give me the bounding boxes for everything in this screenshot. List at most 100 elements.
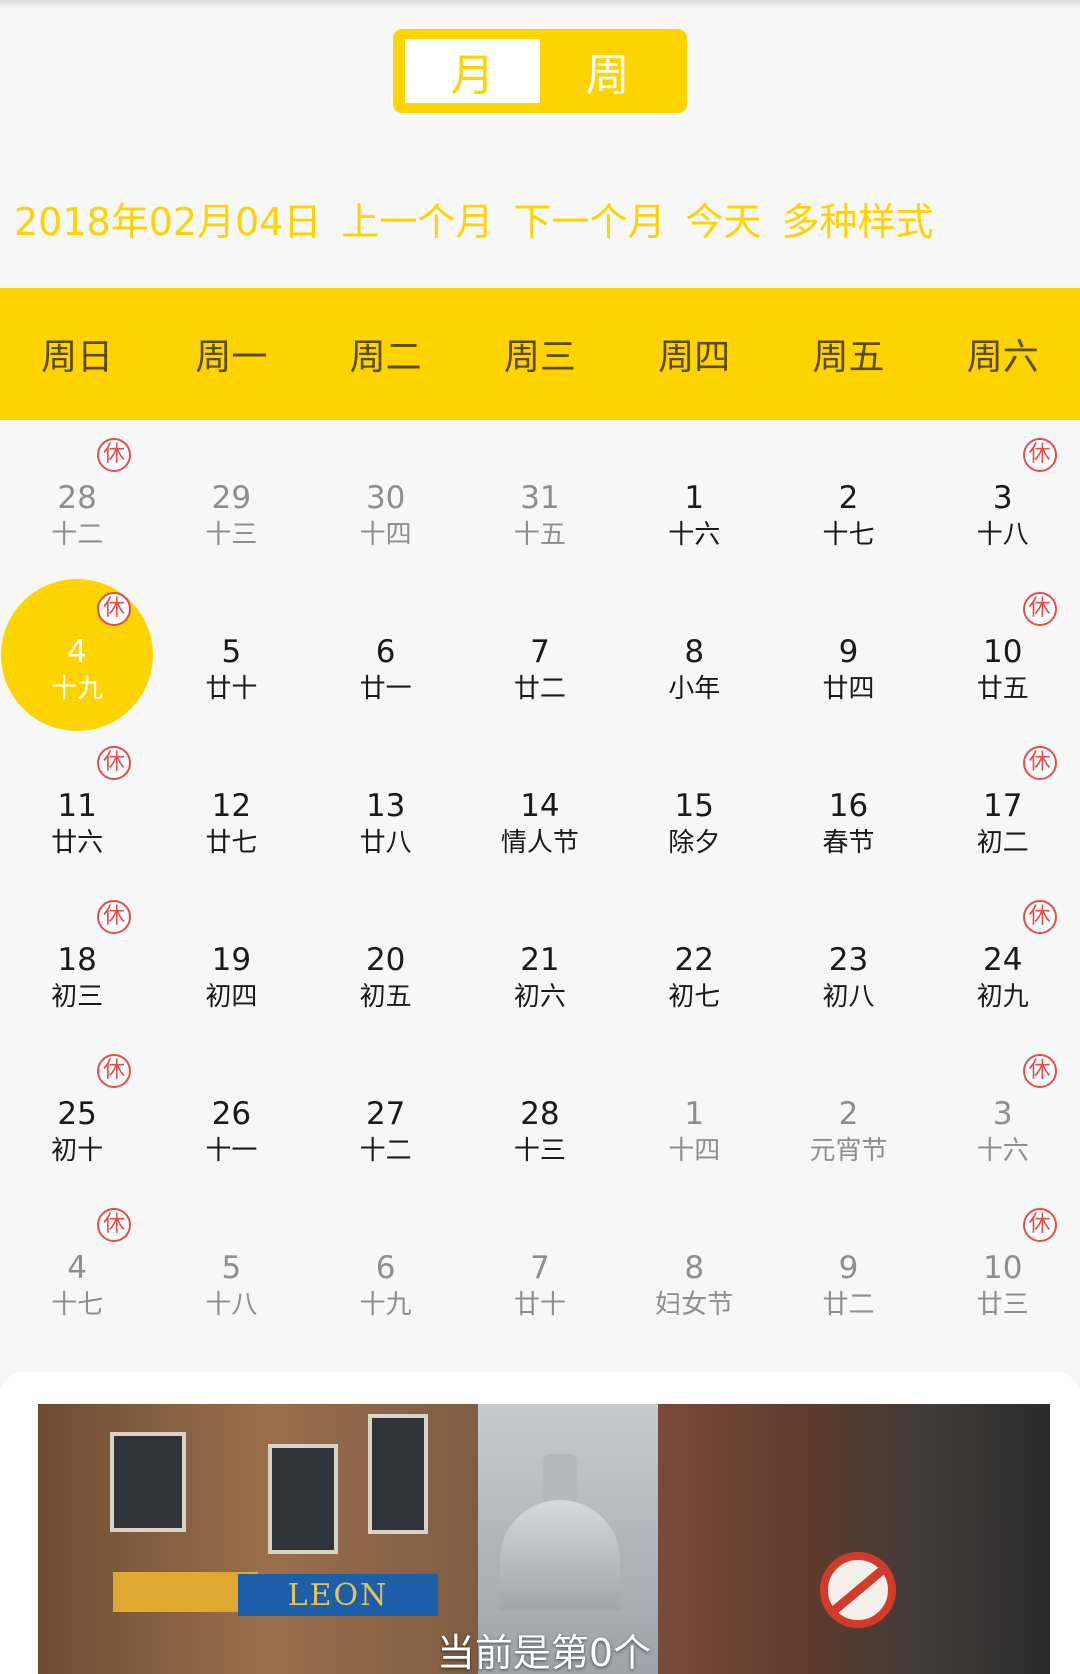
day-number: 3	[992, 480, 1013, 516]
calendar-day[interactable]: 15 除夕	[617, 728, 771, 882]
rest-day-badge: 休	[97, 1054, 131, 1088]
rest-day-badge: 休	[1022, 900, 1057, 934]
today-link[interactable]: 今天	[685, 191, 761, 246]
calendar-day[interactable]: 7 廿十	[463, 1190, 617, 1344]
next-month-link[interactable]: 下一个月	[513, 191, 665, 246]
calendar-day[interactable]: 22 初七	[617, 882, 771, 1036]
banner-image[interactable]: LEON 当前是第0个	[38, 1404, 1050, 1674]
weekday-thu: 周四	[658, 337, 731, 378]
calendar-week-row: 休 18 初三 19 初四 20 初五 21 初六 22 初七 23 初八休 24 初九	[0, 882, 1080, 1036]
month-view-tab[interactable]: 月	[405, 39, 540, 103]
day-number: 25	[57, 1096, 97, 1132]
banner-caption: 当前是第0个	[436, 1631, 652, 1674]
calendar-day[interactable]: 20 初五	[309, 882, 463, 1036]
calendar-grid: 休 28 十二 29 十三 30 十四 31 十五 1 十六 2 十七 休 3 十八休 4 十九 5 廿十 6 廿一 7 廿二…	[0, 420, 1080, 1344]
calendar-day-selected[interactable]: 休 4 十九	[0, 574, 154, 731]
lunar-date: 廿十	[513, 1290, 566, 1320]
rest-day-badge: 休	[1022, 1208, 1057, 1242]
calendar-day[interactable]: 休 28 十二	[0, 420, 154, 574]
top-shadow	[0, 0, 1080, 8]
calendar-day[interactable]: 23 初八	[771, 882, 925, 1036]
day-number: 2	[838, 480, 859, 516]
lunar-date: 廿二	[822, 1290, 875, 1320]
day-number: 10	[983, 634, 1023, 670]
rest-day-badge: 休	[97, 746, 131, 780]
lunar-date: 十二	[51, 520, 104, 550]
rest-day-badge: 休	[97, 1208, 131, 1242]
lunar-date: 初五	[359, 982, 412, 1012]
day-number: 23	[828, 942, 869, 978]
lunar-date: 初二	[976, 828, 1029, 858]
calendar-day[interactable]: 9 廿二	[771, 1190, 925, 1344]
day-number: 13	[365, 788, 406, 824]
calendar-day[interactable]: 休 4 十七	[0, 1190, 154, 1344]
calendar-day[interactable]: 休 10 廿三	[926, 1190, 1080, 1344]
calendar-day[interactable]: 14 情人节	[463, 728, 617, 882]
lunar-date: 廿一	[359, 674, 412, 704]
day-number: 14	[520, 788, 560, 824]
calendar-day[interactable]: 8 小年	[617, 574, 771, 728]
day-number: 10	[983, 1250, 1023, 1286]
calendar-day[interactable]: 1 十六	[617, 420, 771, 574]
lunar-date: 元宵节	[809, 1136, 888, 1166]
calendar-day[interactable]: 休 3 十八	[926, 420, 1080, 574]
calendar-week-row: 休 4 十九 5 廿十 6 廿一 7 廿二 8 小年 9 廿四休 10 廿五	[0, 574, 1080, 731]
calendar-day[interactable]: 2 十七	[771, 420, 925, 574]
day-number: 28	[57, 480, 97, 516]
weekday-sun: 周日	[41, 337, 114, 378]
day-number: 3	[992, 1096, 1013, 1132]
calendar-day[interactable]: 21 初六	[463, 882, 617, 1036]
calendar-day[interactable]: 12 廿七	[154, 728, 308, 882]
calendar-day[interactable]: 休 24 初九	[926, 882, 1080, 1036]
calendar-day[interactable]: 5 十八	[154, 1190, 308, 1344]
lunar-date: 十七	[822, 520, 875, 550]
calendar-day[interactable]: 休 18 初三	[0, 882, 154, 1036]
styles-link[interactable]: 多种样式	[781, 191, 933, 246]
prev-month-link[interactable]: 上一个月	[341, 191, 493, 246]
banner-window	[368, 1414, 428, 1534]
calendar-day[interactable]: 6 廿一	[309, 574, 463, 728]
calendar-day[interactable]: 休 17 初二	[926, 728, 1080, 882]
day-number: 30	[365, 480, 406, 516]
calendar-day[interactable]: 31 十五	[463, 420, 617, 574]
lunar-date: 初六	[513, 982, 566, 1012]
calendar-day[interactable]: 6 十九	[309, 1190, 463, 1344]
calendar-day[interactable]: 27 十二	[309, 1036, 463, 1190]
lunar-date: 廿八	[359, 828, 412, 858]
calendar-day[interactable]: 2 元宵节	[771, 1036, 925, 1190]
rest-day-badge: 休	[1022, 438, 1057, 472]
banner-shop-sign: LEON	[238, 1574, 438, 1616]
lunar-date: 初七	[668, 982, 721, 1012]
lunar-date: 廿十	[205, 674, 258, 704]
calendar-day[interactable]: 8 妇女节	[617, 1190, 771, 1344]
lunar-date: 廿三	[976, 1290, 1029, 1320]
calendar-day[interactable]: 休 25 初十	[0, 1036, 154, 1190]
lunar-date: 十三	[513, 1136, 566, 1166]
lunar-date: 十三	[205, 520, 258, 550]
calendar-day[interactable]: 休 3 十六	[926, 1036, 1080, 1190]
calendar-day[interactable]: 休 11 廿六	[0, 728, 154, 882]
calendar-day[interactable]: 29 十三	[154, 420, 308, 574]
calendar-day[interactable]: 5 廿十	[154, 574, 308, 728]
calendar-day[interactable]: 1 十四	[617, 1036, 771, 1190]
day-number: 24	[983, 942, 1023, 978]
calendar-day[interactable]: 19 初四	[154, 882, 308, 1036]
calendar-day[interactable]: 28 十三	[463, 1036, 617, 1190]
lunar-date: 小年	[668, 674, 721, 704]
day-number: 7	[530, 634, 550, 670]
day-number: 8	[684, 634, 705, 670]
lunar-date: 初四	[205, 982, 258, 1012]
calendar-day[interactable]: 26 十一	[154, 1036, 308, 1190]
day-number: 29	[211, 480, 252, 516]
calendar-day[interactable]: 30 十四	[309, 420, 463, 574]
day-number: 9	[838, 1250, 859, 1286]
calendar-day[interactable]: 16 春节	[771, 728, 925, 882]
calendar-day[interactable]: 9 廿四	[771, 574, 925, 728]
week-view-tab[interactable]: 周	[540, 39, 675, 103]
calendar-day[interactable]: 7 廿二	[463, 574, 617, 728]
lunar-date: 廿二	[513, 674, 566, 704]
day-number: 1	[684, 1096, 705, 1132]
calendar-day[interactable]: 休 10 廿五	[926, 574, 1080, 728]
calendar-day[interactable]: 13 廿八	[309, 728, 463, 882]
day-number: 8	[684, 1250, 705, 1286]
